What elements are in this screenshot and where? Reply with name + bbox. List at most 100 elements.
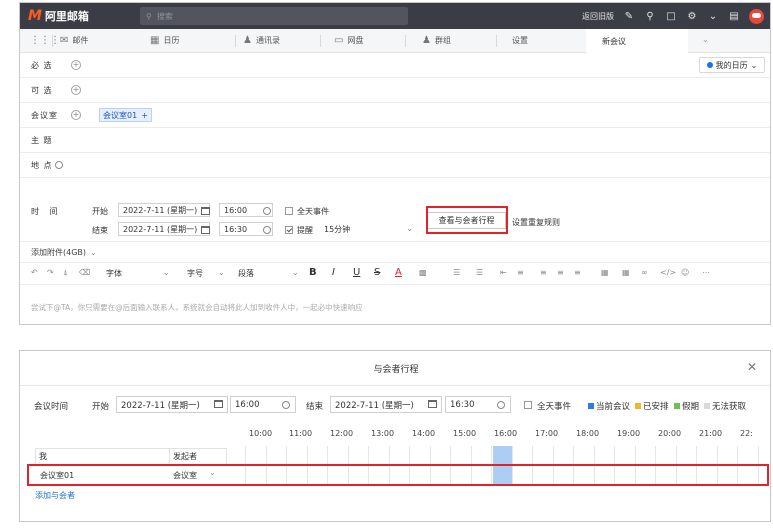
align-right-icon[interactable]: ≡ bbox=[574, 268, 581, 277]
align-icon[interactable]: ≡ bbox=[517, 268, 524, 277]
back-to-old-link[interactable]: 返回旧版 bbox=[582, 11, 614, 22]
search-input[interactable]: ⚲ 搜索 bbox=[140, 7, 408, 25]
chevron-down-icon: ⌄ bbox=[750, 60, 758, 70]
outdent-icon[interactable]: ⇤ bbox=[500, 268, 507, 277]
end-date-field[interactable]: 2022-7-11 (星期一) bbox=[330, 396, 442, 413]
paragraph-select[interactable]: 段落 bbox=[238, 268, 254, 279]
tab-new-meeting[interactable]: 新会议 bbox=[586, 29, 688, 53]
calendar-icon[interactable] bbox=[201, 207, 210, 215]
top-bar: M 阿里邮箱 ⚲ 搜索 返回旧版 ✎ ⚲ □ ⚙ ⌄ ▤ bbox=[20, 3, 770, 29]
add-room-icon[interactable]: + bbox=[71, 110, 81, 120]
font-color-button[interactable]: A bbox=[395, 267, 402, 278]
format-painter-icon[interactable]: ⍋ bbox=[63, 268, 68, 278]
clock-icon bbox=[282, 401, 290, 409]
nav-item-settings[interactable]: 设置 bbox=[512, 29, 528, 52]
add-attachment-link[interactable]: 添加附件(4GB) bbox=[31, 247, 86, 258]
end-date-field[interactable]: 2022-7-11 (星期一) bbox=[118, 222, 210, 236]
allday-checkbox[interactable] bbox=[285, 207, 293, 215]
legend-current-label: 当前会议 bbox=[596, 402, 631, 412]
nav-item-calendar[interactable]: ▦ 日历 bbox=[150, 29, 179, 52]
room-chip[interactable]: 会议室01 + bbox=[99, 108, 152, 122]
calendar-icon bbox=[428, 400, 437, 408]
end-date-value: 2022-7-11 (星期一) bbox=[335, 400, 414, 411]
divider bbox=[405, 35, 406, 47]
optional-attendees-row[interactable]: 可 选 + bbox=[20, 78, 770, 103]
subject-row[interactable]: 主 题 bbox=[20, 128, 770, 153]
chevron-down-icon[interactable]: ⌄ bbox=[218, 268, 225, 277]
redo-icon[interactable]: ↷ bbox=[47, 268, 54, 277]
add-attendee-link[interactable]: 添加与会者 bbox=[35, 490, 75, 501]
start-date-field[interactable]: 2022-7-11 (星期一) bbox=[116, 396, 228, 413]
gear-icon[interactable]: ⚙ bbox=[686, 10, 698, 22]
remind-select[interactable]: 15分钟 ⌄ bbox=[319, 222, 418, 236]
calendar-icon bbox=[214, 400, 223, 408]
more-icon[interactable]: ⋯ bbox=[702, 268, 710, 277]
my-calendar-select[interactable]: 我的日历 ⌄ bbox=[699, 57, 765, 73]
emoji-icon[interactable]: ☺ bbox=[681, 268, 689, 277]
editor-body[interactable]: 尝试下@TA，你只需要在@后面输入联系人，系统就会自动将此人加到收件人中，一起必… bbox=[31, 302, 363, 313]
highlight-box bbox=[27, 464, 769, 486]
divider bbox=[320, 35, 321, 47]
pen-icon[interactable]: ✎ bbox=[623, 10, 635, 22]
search-placeholder: 搜索 bbox=[156, 11, 173, 21]
start-time-value: 16:00 bbox=[235, 399, 260, 410]
nav-item-groups[interactable]: ♟ 群组 bbox=[422, 29, 451, 52]
strikethrough-button[interactable]: S bbox=[374, 267, 380, 278]
nav-item-mail[interactable]: ✉ 邮件 bbox=[60, 29, 88, 52]
add-optional-icon[interactable]: + bbox=[71, 85, 81, 95]
calendar-icon[interactable] bbox=[201, 226, 210, 234]
table-icon[interactable]: ▦ bbox=[622, 268, 630, 277]
start-label: 开始 bbox=[92, 207, 108, 216]
underline-button[interactable]: U bbox=[353, 267, 360, 278]
location-row[interactable]: 地 点 bbox=[20, 153, 770, 178]
required-attendees-row[interactable]: 必 选 + 我的日历 ⌄ bbox=[20, 53, 770, 78]
bullet-list-icon[interactable]: ☰ bbox=[453, 268, 460, 277]
repeat-rule-link[interactable]: 设置重复规则 bbox=[512, 217, 560, 228]
meeting-room-row[interactable]: 会议室 + 会议室01 + bbox=[20, 103, 770, 128]
start-time-field[interactable]: 16:00 bbox=[230, 396, 296, 413]
start-date-field[interactable]: 2022-7-11 (星期一) bbox=[118, 203, 210, 217]
font-size-select[interactable]: 字号 bbox=[187, 268, 203, 279]
chevron-down-icon[interactable]: ⌄ bbox=[90, 248, 97, 257]
location-pin-icon[interactable] bbox=[54, 161, 63, 169]
hour-label: 10:00 bbox=[249, 429, 273, 438]
chevron-down-icon[interactable]: ⌄ bbox=[707, 10, 719, 22]
chevron-down-icon[interactable]: ⌄ bbox=[292, 268, 299, 277]
app-logo[interactable]: M 阿里邮箱 bbox=[28, 8, 140, 24]
chat-icon[interactable]: □ bbox=[665, 10, 677, 22]
chevron-down-icon[interactable]: ⌄ bbox=[702, 35, 709, 44]
undo-icon[interactable]: ↶ bbox=[31, 268, 38, 277]
align-left-icon[interactable]: ≡ bbox=[540, 268, 547, 277]
remind-checkbox[interactable] bbox=[285, 226, 293, 234]
clock-icon[interactable] bbox=[263, 207, 271, 215]
add-icon[interactable]: + bbox=[141, 111, 148, 120]
optional-label: 可 选 bbox=[31, 85, 53, 95]
highlight-color-icon[interactable]: ▩ bbox=[419, 268, 427, 277]
bold-button[interactable]: B bbox=[309, 267, 317, 278]
apps-grid-icon[interactable]: ⋮⋮⋮ bbox=[30, 29, 60, 52]
end-time-field[interactable]: 16:30 bbox=[445, 396, 511, 413]
close-icon[interactable]: ✕ bbox=[747, 360, 757, 374]
nav-item-contacts[interactable]: ♟ 通讯录 bbox=[243, 29, 280, 52]
attendee-schedule-dialog: 与会者行程 ✕ 会议时间 开始 2022-7-11 (星期一) 16:00 结束… bbox=[19, 350, 771, 522]
image-icon[interactable]: ▦ bbox=[601, 268, 609, 277]
link-icon[interactable]: ∞ bbox=[641, 268, 648, 277]
message-icon[interactable]: ▤ bbox=[728, 10, 740, 22]
highlight-box bbox=[426, 206, 508, 234]
nav-item-drive[interactable]: ▭ 网盘 bbox=[334, 29, 363, 52]
remind-label: 提醒 bbox=[297, 226, 313, 235]
align-center-icon[interactable]: ≡ bbox=[557, 268, 564, 277]
numbered-list-icon[interactable]: ☰ bbox=[476, 268, 483, 277]
add-required-icon[interactable]: + bbox=[71, 60, 81, 70]
font-select[interactable]: 字体 bbox=[106, 268, 122, 279]
attachment-row[interactable]: 添加附件(4GB) ⌄ bbox=[20, 242, 770, 263]
italic-button[interactable]: I bbox=[332, 267, 335, 278]
bell-icon[interactable]: ⚲ bbox=[644, 10, 656, 22]
allday-checkbox[interactable] bbox=[524, 401, 532, 409]
eraser-icon[interactable]: ⌫ bbox=[79, 268, 90, 277]
clock-icon[interactable] bbox=[263, 226, 271, 234]
time-label: 时 间 bbox=[31, 207, 62, 216]
chevron-down-icon[interactable]: ⌄ bbox=[163, 268, 170, 277]
code-icon[interactable]: </> bbox=[660, 268, 676, 277]
avatar[interactable] bbox=[749, 8, 764, 24]
